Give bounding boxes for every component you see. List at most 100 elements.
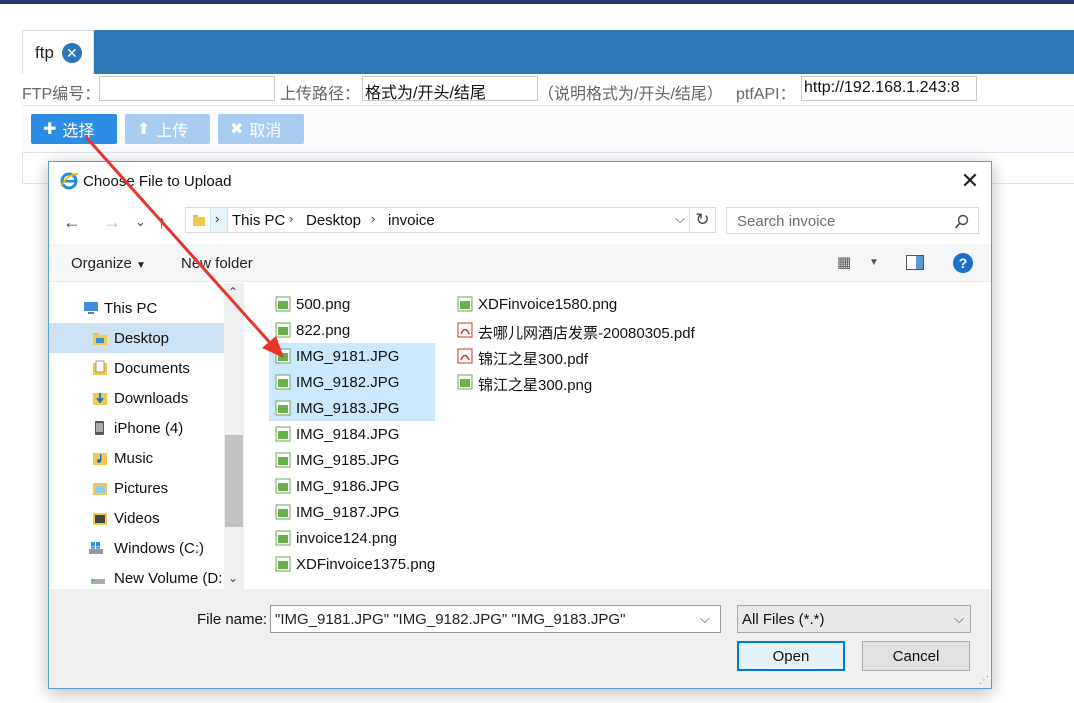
- breadcrumb-invoice[interactable]: invoice: [388, 212, 435, 229]
- nav-item-iphone[interactable]: iPhone (4): [49, 413, 224, 443]
- scrollbar-thumb[interactable]: [225, 435, 243, 527]
- open-button[interactable]: Open: [737, 641, 845, 671]
- address-bar[interactable]: › This PC › Desktop › invoice ⌵: [185, 207, 690, 233]
- file-name: 去哪儿网酒店发票-20080305.pdf: [478, 325, 695, 342]
- preview-pane-icon[interactable]: [906, 255, 924, 270]
- file-item[interactable]: IMG_9187.JPG: [269, 499, 435, 525]
- close-circle-icon[interactable]: ✕: [61, 42, 82, 63]
- ftp-number-label: FTP编号：: [22, 86, 101, 103]
- scroll-down-icon[interactable]: ⌄: [228, 571, 238, 585]
- new-folder-button[interactable]: New folder: [181, 255, 253, 272]
- file-name: IMG_9183.JPG: [296, 400, 400, 417]
- up-arrow-icon[interactable]: ↑: [157, 212, 166, 233]
- internet-explorer-icon: [60, 172, 79, 190]
- chevron-right-icon[interactable]: ›: [371, 211, 375, 226]
- recent-locations-chevron-icon[interactable]: ⌄: [135, 214, 146, 230]
- nav-item-new-volume-d[interactable]: New Volume (D:: [49, 563, 224, 589]
- tab-ftp[interactable]: ftp ✕: [22, 30, 94, 74]
- file-name-field[interactable]: "IMG_9181.JPG" "IMG_9182.JPG" "IMG_9183.…: [270, 605, 721, 633]
- image-file-icon: [275, 374, 291, 390]
- image-file-icon: [275, 400, 291, 416]
- nav-label: Music: [114, 450, 154, 467]
- nav-item-videos[interactable]: Videos: [49, 503, 224, 533]
- nav-label: Downloads: [114, 390, 189, 407]
- dialog-title-bar: Choose File to Upload ✕: [49, 162, 991, 200]
- organize-menu[interactable]: Organize ▼: [71, 255, 146, 272]
- file-name: 锦江之星300.pdf: [478, 351, 589, 368]
- breadcrumb-desktop[interactable]: Desktop: [306, 212, 361, 229]
- nav-label: Windows (C:): [114, 540, 205, 557]
- file-type-filter[interactable]: All Files (*.*) ⌵: [737, 605, 971, 633]
- select-button[interactable]: ✚ 选择: [31, 114, 117, 144]
- plus-icon: ✚: [43, 121, 57, 138]
- nav-item-windows-c[interactable]: Windows (C:): [49, 533, 224, 563]
- upload-button[interactable]: ⬆ 上传: [125, 114, 210, 144]
- scroll-up-icon[interactable]: ⌃: [228, 285, 238, 299]
- file-name: 锦江之星300.png: [478, 377, 593, 394]
- downloads-icon: [93, 393, 107, 405]
- upload-path-input[interactable]: 格式为/开头/结尾: [362, 76, 538, 101]
- image-file-icon: [275, 348, 291, 364]
- file-type-filter-value: All Files (*.*): [742, 611, 825, 628]
- nav-label: Desktop: [114, 330, 170, 347]
- image-file-icon: [275, 322, 291, 338]
- image-file-icon: [275, 452, 291, 468]
- file-item[interactable]: IMG_9184.JPG: [269, 421, 435, 447]
- nav-item-documents[interactable]: Documents: [49, 353, 224, 383]
- file-name: 822.png: [296, 322, 351, 339]
- cancel-upload-button-label: 取消: [249, 123, 282, 140]
- close-icon[interactable]: ✕: [955, 166, 985, 196]
- chevron-down-icon[interactable]: ⌵: [675, 211, 685, 227]
- nav-item-downloads[interactable]: Downloads: [49, 383, 224, 413]
- videos-icon: [93, 513, 107, 525]
- help-icon[interactable]: ?: [953, 253, 973, 273]
- cancel-upload-button[interactable]: ✖ 取消: [218, 114, 304, 144]
- file-item[interactable]: 锦江之星300.pdf: [451, 343, 721, 369]
- navigation-scrollbar[interactable]: ⌃ ⌄: [224, 283, 244, 589]
- back-arrow-icon[interactable]: ←: [63, 212, 81, 233]
- view-options-icon[interactable]: ▦: [837, 253, 851, 271]
- nav-label: This PC: [104, 300, 158, 317]
- nav-item-pictures[interactable]: Pictures: [49, 473, 224, 503]
- folder-icon: [93, 333, 107, 345]
- resize-grip-icon[interactable]: ⋰: [979, 675, 989, 686]
- image-file-icon: [275, 426, 291, 442]
- dialog-toolbar: Organize ▼ New folder ▦ ▼ ?: [49, 244, 991, 282]
- breadcrumb-root-separator[interactable]: ›: [210, 208, 228, 232]
- file-item[interactable]: 822.png: [269, 317, 435, 343]
- file-item[interactable]: IMG_9185.JPG: [269, 447, 435, 473]
- computer-icon: [84, 302, 98, 314]
- view-dropdown-triangle-icon[interactable]: ▼: [869, 257, 879, 268]
- documents-icon: [93, 360, 107, 375]
- file-item[interactable]: XDFinvoice1375.png: [269, 551, 435, 577]
- breadcrumb-this-pc[interactable]: This PC: [232, 212, 285, 229]
- file-item[interactable]: IMG_9186.JPG: [269, 473, 435, 499]
- nav-item-this-pc[interactable]: This PC: [49, 293, 224, 323]
- file-item[interactable]: 500.png: [269, 291, 435, 317]
- drive-icon: [89, 542, 103, 554]
- file-item-selected[interactable]: IMG_9183.JPG: [269, 395, 435, 421]
- pdf-file-icon: [457, 322, 473, 338]
- file-name: IMG_9182.JPG: [296, 374, 400, 391]
- dialog-footer: File name: "IMG_9181.JPG" "IMG_9182.JPG"…: [49, 589, 991, 688]
- file-name: IMG_9187.JPG: [296, 504, 400, 521]
- nav-item-desktop[interactable]: Desktop: [49, 323, 224, 353]
- file-item[interactable]: XDFinvoice1580.png: [451, 291, 721, 317]
- file-item[interactable]: 去哪儿网酒店发票-20080305.pdf: [451, 317, 721, 343]
- ftp-number-input[interactable]: [99, 76, 275, 101]
- refresh-icon[interactable]: ↻: [690, 207, 716, 233]
- organize-label: Organize: [71, 255, 132, 272]
- nav-item-music[interactable]: Music: [49, 443, 224, 473]
- file-item-selected[interactable]: IMG_9181.JPG: [269, 343, 435, 369]
- file-item[interactable]: invoice124.png: [269, 525, 435, 551]
- api-input[interactable]: http://192.168.1.243:8: [801, 76, 977, 101]
- search-box[interactable]: Search invoice: [726, 207, 979, 234]
- chevron-down-icon[interactable]: ⌵: [700, 611, 710, 627]
- cancel-button[interactable]: Cancel: [862, 641, 970, 671]
- file-upload-dialog: Choose File to Upload ✕ ← → ⌄ ↑ › This P…: [48, 161, 992, 689]
- file-item-selected[interactable]: IMG_9182.JPG: [269, 369, 435, 395]
- chevron-right-icon[interactable]: ›: [289, 211, 293, 226]
- forward-arrow-icon[interactable]: →: [103, 212, 121, 233]
- file-name: IMG_9185.JPG: [296, 452, 400, 469]
- file-item[interactable]: 锦江之星300.png: [451, 369, 721, 395]
